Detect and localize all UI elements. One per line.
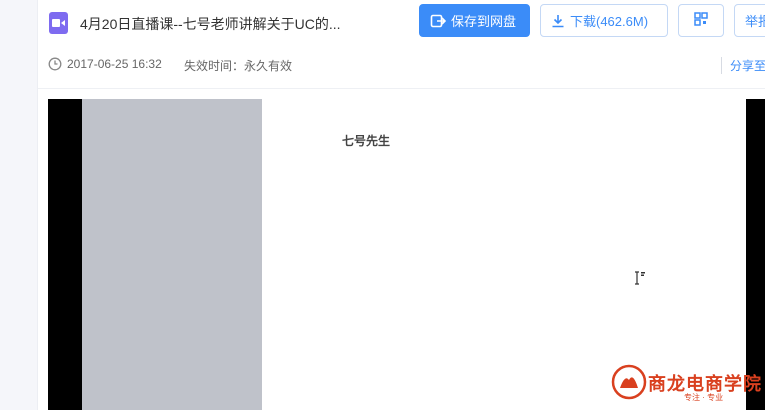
- academy-watermark-subtitle: 专注 · 专业: [684, 393, 724, 402]
- report-button[interactable]: 举报: [734, 4, 765, 37]
- video-frame-slide: [262, 99, 746, 410]
- clock-icon: [48, 57, 62, 76]
- share-to-link[interactable]: 分享至: [721, 57, 765, 74]
- download-button-label: 下载(462.6M): [570, 14, 649, 29]
- academy-logo-icon: [611, 364, 647, 405]
- download-icon: [551, 14, 565, 28]
- save-button-label: 保存到网盘: [451, 14, 517, 29]
- left-gutter: [0, 0, 38, 410]
- video-frame-sidebar: [82, 99, 262, 410]
- qr-code-icon: [693, 11, 709, 30]
- text-cursor-icon: [634, 271, 646, 290]
- qr-code-button[interactable]: [678, 4, 724, 37]
- download-button[interactable]: 下载(462.6M): [540, 4, 668, 37]
- header-divider: [38, 88, 765, 89]
- expire-time: 失效时间：永久有效: [184, 59, 293, 73]
- file-title: 4月20日直播课--七号老师讲解关于UC的...: [80, 16, 341, 32]
- upload-date: 2017-06-25 16:32: [67, 57, 162, 71]
- video-frame-text: 七号先生: [342, 134, 391, 148]
- video-file-icon: [49, 12, 68, 34]
- video-player[interactable]: 七号先生: [48, 99, 765, 410]
- report-button-label: 举报: [745, 14, 765, 29]
- save-to-cloud-button[interactable]: 保存到网盘: [419, 4, 530, 37]
- save-icon: [430, 13, 446, 29]
